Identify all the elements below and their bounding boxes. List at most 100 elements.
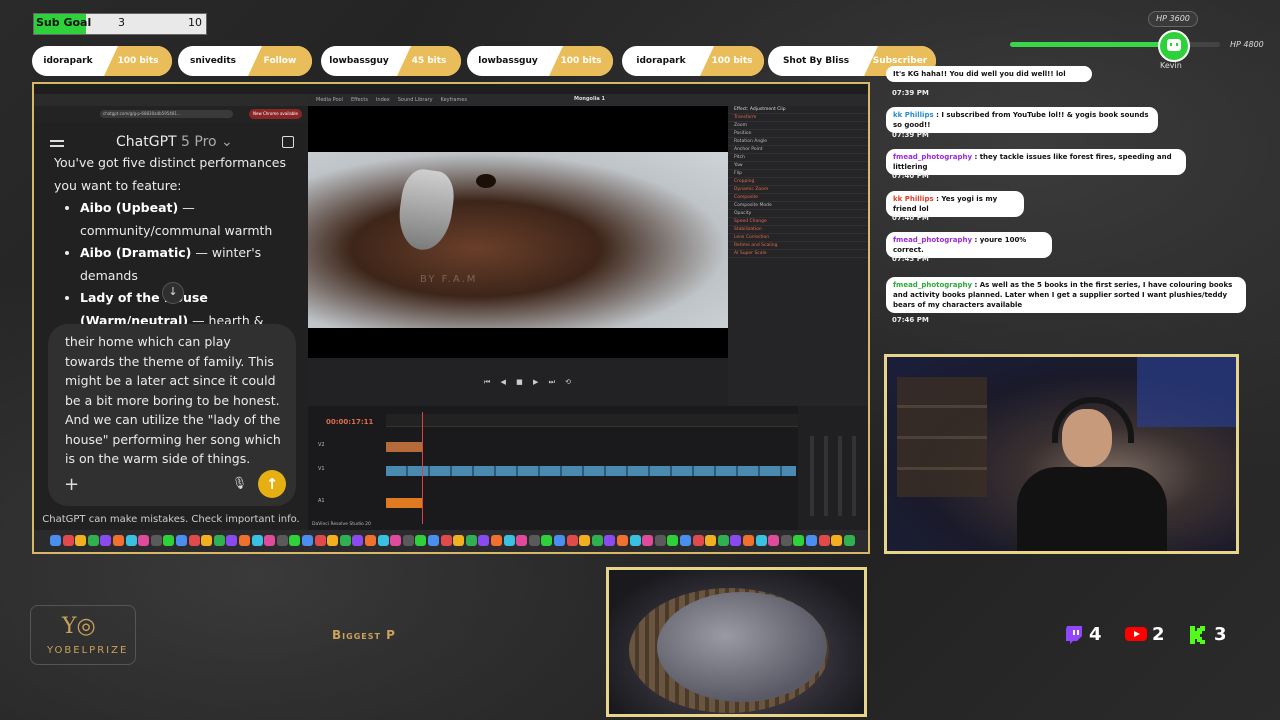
dock-app-icon[interactable]	[743, 535, 754, 546]
dock-app-icon[interactable]	[264, 535, 275, 546]
inspector-row[interactable]: AI Super Scale	[728, 250, 868, 258]
dock-app-icon[interactable]	[756, 535, 767, 546]
model-selector[interactable]: ChatGPT 5 Pro ⌄	[116, 134, 233, 150]
dock-app-icon[interactable]	[541, 535, 552, 546]
resolve-tab[interactable]: Index	[376, 97, 390, 103]
inspector-row[interactable]: Yaw	[728, 162, 868, 170]
inspector-row[interactable]: Lens Correction	[728, 234, 868, 242]
dock-app-icon[interactable]	[579, 535, 590, 546]
dock-app-icon[interactable]	[793, 535, 804, 546]
inspector-row[interactable]: Zoom	[728, 122, 868, 130]
dock-app-icon[interactable]	[75, 535, 86, 546]
playback-controls[interactable]: ⏮ ◀ ■ ▶ ⏭ ⟲	[484, 378, 575, 387]
dock-app-icon[interactable]	[655, 535, 666, 546]
dock-app-icon[interactable]	[667, 535, 678, 546]
inspector-row[interactable]: Transform	[728, 114, 868, 122]
dock-app-icon[interactable]	[718, 535, 729, 546]
inspector-row[interactable]: Flip	[728, 170, 868, 178]
dock-app-icon[interactable]	[302, 535, 313, 546]
dock-app-icon[interactable]	[390, 535, 401, 546]
dock-app-icon[interactable]	[705, 535, 716, 546]
url-field[interactable]: chatgpt.com/g/g-p-68830a4b595481...	[100, 110, 233, 118]
dock-app-icon[interactable]	[415, 535, 426, 546]
dock-app-icon[interactable]	[466, 535, 477, 546]
video-viewer[interactable]: BY F.A.M	[308, 152, 728, 328]
dock-app-icon[interactable]	[113, 535, 124, 546]
dock-app-icon[interactable]	[441, 535, 452, 546]
dock-app-icon[interactable]	[806, 535, 817, 546]
dock-app-icon[interactable]	[478, 535, 489, 546]
mixer-fader[interactable]	[810, 436, 814, 516]
resolve-tab[interactable]: Media Pool	[316, 97, 343, 103]
dock-app-icon[interactable]	[567, 535, 578, 546]
composer-input[interactable]: their home which can play towards the th…	[65, 332, 281, 469]
dock-app-icon[interactable]	[642, 535, 653, 546]
inspector-row[interactable]: Dynamic Zoom	[728, 186, 868, 194]
browser-tabs[interactable]	[34, 94, 308, 106]
dock-app-icon[interactable]	[680, 535, 691, 546]
dock-app-icon[interactable]	[138, 535, 149, 546]
dock-app-icon[interactable]	[214, 535, 225, 546]
dock-app-icon[interactable]	[781, 535, 792, 546]
dock-app-icon[interactable]	[630, 535, 641, 546]
resolve-tab[interactable]: Sound Library	[398, 97, 433, 103]
dock-app-icon[interactable]	[189, 535, 200, 546]
dock-app-icon[interactable]	[201, 535, 212, 546]
composer[interactable]: their home which can play towards the th…	[48, 324, 296, 506]
microphone-icon[interactable]: 🎙	[232, 476, 247, 490]
dock-app-icon[interactable]	[340, 535, 351, 546]
inspector-row[interactable]: Composite Mode	[728, 202, 868, 210]
timeline-clip[interactable]	[386, 498, 422, 508]
inspector-row[interactable]: Retime and Scaling	[728, 242, 868, 250]
dock-app-icon[interactable]	[693, 535, 704, 546]
timeline-clip[interactable]	[386, 442, 422, 452]
dock-app-icon[interactable]	[831, 535, 842, 546]
dock-app-icon[interactable]	[516, 535, 527, 546]
mixer-fader[interactable]	[838, 436, 842, 516]
mixer-fader[interactable]	[852, 436, 856, 516]
dock-app-icon[interactable]	[315, 535, 326, 546]
inspector-row[interactable]: Pitch	[728, 154, 868, 162]
dock-app-icon[interactable]	[163, 535, 174, 546]
send-button[interactable]: ↑	[258, 470, 286, 498]
dock-app-icon[interactable]	[428, 535, 439, 546]
resolve-tab[interactable]: Effects	[351, 97, 368, 103]
inspector-row[interactable]: Opacity	[728, 210, 868, 218]
dock-app-icon[interactable]	[277, 535, 288, 546]
dock-app-icon[interactable]	[403, 535, 414, 546]
playhead[interactable]	[422, 412, 423, 524]
dock-app-icon[interactable]	[151, 535, 162, 546]
dock-app-icon[interactable]	[592, 535, 603, 546]
chrome-update-button[interactable]: New Chrome available	[249, 109, 302, 119]
timeline-clip[interactable]	[386, 466, 796, 476]
inspector-row[interactable]: Position	[728, 130, 868, 138]
dock-app-icon[interactable]	[730, 535, 741, 546]
inspector-row[interactable]: Composite	[728, 194, 868, 202]
inspector-row[interactable]: Cropping	[728, 178, 868, 186]
dock-app-icon[interactable]	[617, 535, 628, 546]
browser-url-bar[interactable]: chatgpt.com/g/g-p-68830a4b595481... New …	[34, 106, 308, 122]
dock-app-icon[interactable]	[126, 535, 137, 546]
dock-app-icon[interactable]	[819, 535, 830, 546]
dock-app-icon[interactable]	[453, 535, 464, 546]
dock-app-icon[interactable]	[226, 535, 237, 546]
dock-app-icon[interactable]	[50, 535, 61, 546]
dock-app-icon[interactable]	[100, 535, 111, 546]
dock-app-icon[interactable]	[504, 535, 515, 546]
inspector-row[interactable]: Speed Change	[728, 218, 868, 226]
dock-app-icon[interactable]	[88, 535, 99, 546]
menu-icon[interactable]	[50, 140, 64, 142]
dock-app-icon[interactable]	[768, 535, 779, 546]
dock-app-icon[interactable]	[239, 535, 250, 546]
dock-app-icon[interactable]	[491, 535, 502, 546]
dock-app-icon[interactable]	[365, 535, 376, 546]
inspector-row[interactable]: Anchor Point	[728, 146, 868, 154]
dock-app-icon[interactable]	[844, 535, 855, 546]
dock-app-icon[interactable]	[352, 535, 363, 546]
dock-app-icon[interactable]	[604, 535, 615, 546]
inspector-row[interactable]: Stabilization	[728, 226, 868, 234]
timeline-ruler[interactable]	[386, 414, 798, 427]
dock-app-icon[interactable]	[63, 535, 74, 546]
inspector-tab[interactable]: Effect: Adjustment Clip	[728, 106, 868, 114]
inspector-row[interactable]: Rotation Angle	[728, 138, 868, 146]
